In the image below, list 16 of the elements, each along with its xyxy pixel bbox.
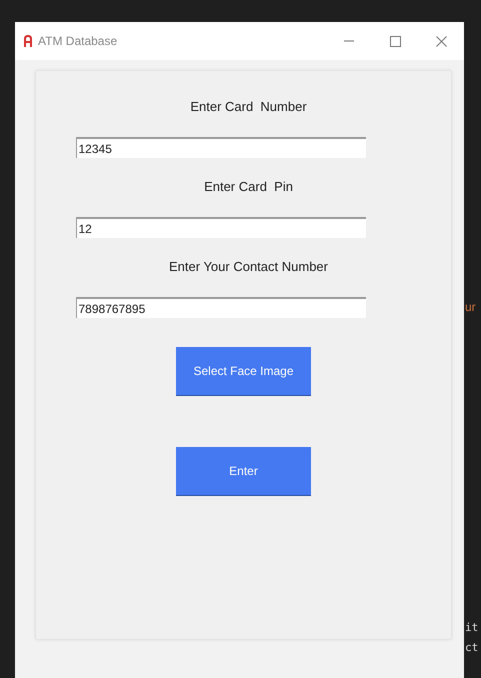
background-text: ur bbox=[464, 300, 477, 314]
select-image-button[interactable]: Select Face Image bbox=[176, 347, 311, 396]
window-title: ATM Database bbox=[38, 34, 118, 48]
text-field[interactable]: 7898767895 bbox=[76, 297, 366, 318]
field-label: Enter Card Pin bbox=[204, 178, 293, 196]
close-icon[interactable] bbox=[436, 36, 446, 46]
background-text: it bbox=[464, 620, 480, 636]
field-label: Enter Card Number bbox=[190, 98, 307, 116]
app-icon bbox=[24, 35, 32, 47]
text-field[interactable]: 12345 bbox=[76, 137, 366, 158]
background-text: ct bbox=[464, 640, 480, 656]
minimize-icon[interactable] bbox=[344, 40, 354, 42]
enter-button[interactable]: Enter bbox=[176, 447, 311, 496]
maximize-icon[interactable] bbox=[390, 36, 400, 46]
text-field[interactable]: 12 bbox=[76, 217, 366, 238]
field-label: Enter Your Contact Number bbox=[169, 258, 328, 276]
